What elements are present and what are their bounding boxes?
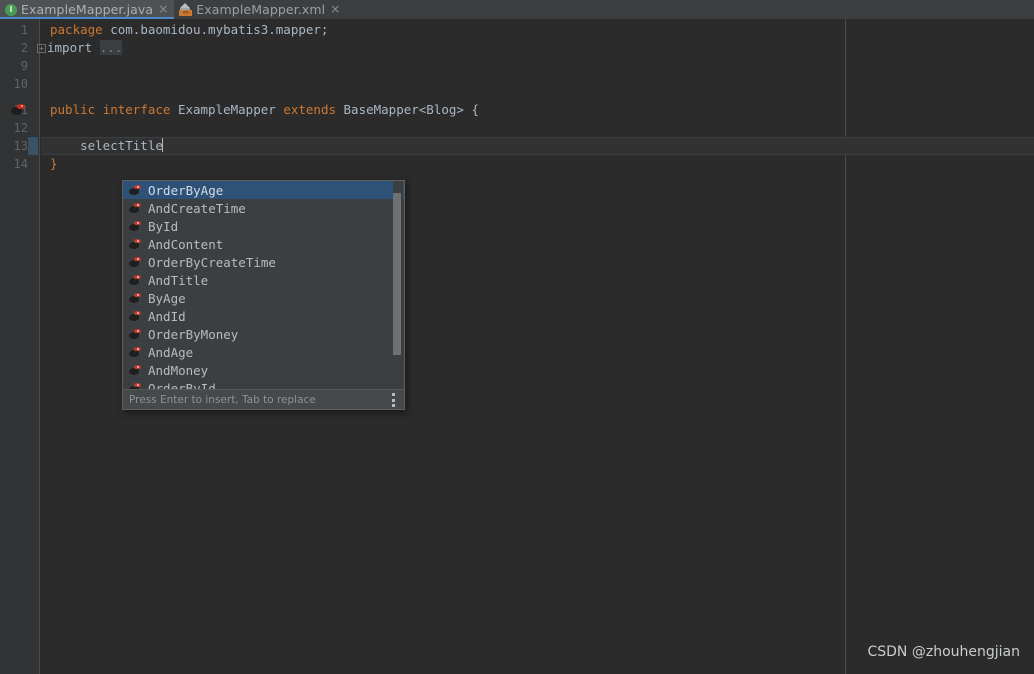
close-icon[interactable]: × [330,3,340,16]
editor-tab-bar: I ExampleMapper.java × <> ExampleMapper.… [0,0,1034,19]
mybatis-method-icon [129,184,143,196]
text-caret [161,138,163,152]
completion-item-label: AndCreateTime [148,200,246,216]
line-number: 14 [13,157,28,171]
mybatis-method-icon [129,328,143,340]
ide-window: I ExampleMapper.java × <> ExampleMapper.… [0,0,1034,674]
line-number: 9 [20,59,28,73]
mybatis-method-icon [129,292,143,304]
line-number: 10 [13,77,28,91]
completion-item-orderbyage[interactable]: OrderByAge [123,181,404,199]
typed-prefix: selectTitle [50,138,163,153]
completion-item-label: AndId [148,308,186,324]
code-editor[interactable]: 1 2 9 10 11 12 13 14 package com.baomido… [0,19,1034,674]
mybatis-method-icon [129,238,143,250]
code-line-caret[interactable]: selectTitle [50,137,163,155]
completion-item-label: AndMoney [148,362,209,378]
mybatis-method-icon [129,274,143,286]
completion-item-orderbyid[interactable]: OrderById [123,379,404,389]
mybatis-nav-icon[interactable] [11,103,27,116]
tab-example-mapper-java[interactable]: I ExampleMapper.java × [0,0,175,19]
mybatis-nav-eye [21,105,23,107]
completion-item-andcontent[interactable]: AndContent [123,235,404,253]
completion-item-byage[interactable]: ByAge [123,289,404,307]
tab-label: ExampleMapper.java [21,2,154,17]
completion-item-andid[interactable]: AndId [123,307,404,325]
mybatis-xml-mapper-icon: <> [179,3,193,16]
fold-expand-icon[interactable]: + [37,44,46,53]
completion-footer: Press Enter to insert, Tab to replace [123,389,404,409]
completion-hint-text: Press Enter to insert, Tab to replace [129,393,316,406]
completion-item-andage[interactable]: AndAge [123,343,404,361]
keyword-package: package [50,22,103,37]
completion-item-list[interactable]: OrderByAge AndCreateTime ById AndContent [123,181,404,389]
closing-brace: } [50,156,58,171]
code-line-import-folded[interactable]: + import ... [37,39,123,57]
completion-item-label: OrderByMoney [148,326,239,342]
tab-label: ExampleMapper.xml [196,2,326,17]
code-line-interface-decl: public interface ExampleMapper extends B… [50,101,479,119]
mybatis-method-icon [129,202,143,214]
package-name: com.baomidou.mybatis3.mapper; [102,22,329,37]
mybatis-method-icon [129,256,143,268]
completion-item-label: AndContent [148,236,224,252]
completion-item-byid[interactable]: ById [123,217,404,235]
interface-name: ExampleMapper [170,102,284,117]
completion-item-andtitle[interactable]: AndTitle [123,271,404,289]
line-number: 12 [13,121,28,135]
line-number: 1 [20,23,28,37]
completion-item-label: ByAge [148,290,186,306]
line-number: 2 [20,41,28,55]
mybatis-method-icon [129,364,143,376]
keyword-extends: extends [283,102,336,117]
completion-item-andmoney[interactable]: AndMoney [123,361,404,379]
tab-example-mapper-xml[interactable]: <> ExampleMapper.xml × [174,0,346,19]
code-line-closing-brace: } [50,155,58,173]
folded-imports-placeholder[interactable]: ... [99,40,123,55]
completion-item-label: OrderById [148,380,216,390]
line-number: 13 [13,139,28,153]
completion-item-label: OrderByCreateTime [148,254,276,270]
java-interface-icon: I [5,3,17,16]
mybatis-method-icon [129,382,143,389]
superinterface: BaseMapper<Blog> { [336,102,479,117]
keyword-import: import [47,40,93,55]
code-completion-popup[interactable]: OrderByAge AndCreateTime ById AndContent [122,180,405,410]
mybatis-method-icon [129,346,143,358]
keyword-public: public [50,102,96,117]
completion-item-label: AndTitle [148,272,209,288]
caret-gutter-marker [28,137,38,155]
code-brackets-icon: <> [179,10,193,16]
csdn-watermark: CSDN @zhouhengjian [867,644,1020,660]
completion-scrollbar[interactable] [393,181,403,389]
completion-item-label: ById [148,218,179,234]
completion-item-label: AndAge [148,344,194,360]
mybatis-method-icon [129,310,143,322]
completion-item-label: OrderByAge [148,182,224,198]
more-options-icon[interactable] [392,393,396,407]
completion-scrollbar-thumb[interactable] [393,193,401,355]
code-line-package: package com.baomidou.mybatis3.mapper; [50,21,328,39]
completion-item-andcreatetime[interactable]: AndCreateTime [123,199,404,217]
completion-item-orderbycreatetime[interactable]: OrderByCreateTime [123,253,404,271]
completion-item-orderbymoney[interactable]: OrderByMoney [123,325,404,343]
keyword-interface: interface [102,102,171,117]
mybatis-method-icon [129,220,143,232]
close-icon[interactable]: × [158,3,168,16]
